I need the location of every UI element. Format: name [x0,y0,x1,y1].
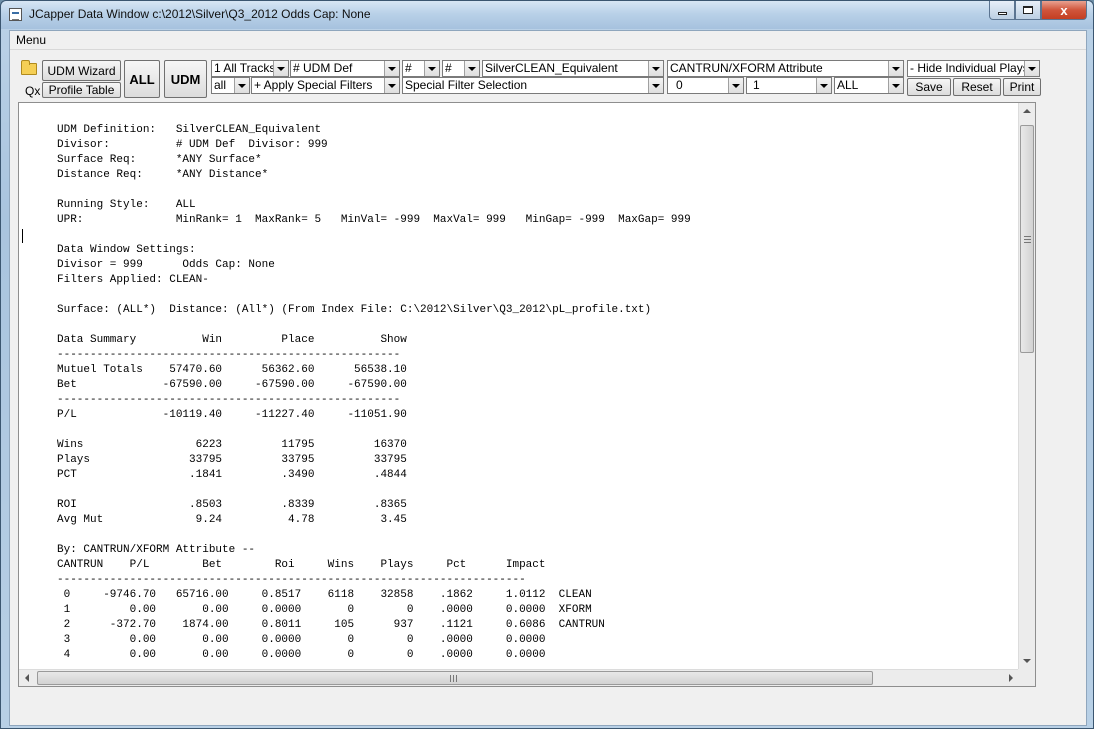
menu-bar: Menu [10,31,1086,50]
special-filters-select[interactable]: + Apply Special Filters [251,77,400,94]
chevron-down-icon [424,61,439,76]
save-button[interactable]: Save [907,78,951,96]
chevron-down-icon [888,61,903,76]
all-select[interactable]: ALL [834,77,904,94]
minimize-button[interactable] [989,1,1015,20]
chevron-down-icon [888,78,903,93]
menu-item-menu[interactable]: Menu [16,33,46,47]
client-area: Menu Qx UDM Wizard Profile Table ALL UDM… [9,30,1087,726]
scroll-up-icon[interactable] [1023,109,1031,113]
special-filter-selection-select[interactable]: Special Filter Selection [402,77,664,94]
max-value-select[interactable]: 1 [746,77,832,94]
minimize-icon [997,11,1007,15]
close-icon: x [1060,2,1068,18]
scroll-left-icon[interactable] [25,674,29,682]
horizontal-scroll-thumb[interactable] [37,671,873,685]
qx-label[interactable]: Qx [25,84,40,98]
folder-open-icon[interactable] [21,60,37,75]
maximize-button[interactable] [1015,1,1041,20]
horizontal-scrollbar[interactable] [19,669,1019,686]
udm-name-select[interactable]: SilverCLEAN_Equivalent [482,60,664,77]
hide-plays-select[interactable]: - Hide Individual Plays [907,60,1040,77]
app-icon [9,8,22,21]
chevron-down-icon [728,78,743,93]
chevron-down-icon [464,61,479,76]
scrollbar-corner [1018,669,1035,686]
close-button[interactable]: x [1041,1,1087,20]
profile-table-button[interactable]: Profile Table [42,82,121,98]
vertical-scroll-thumb[interactable] [1020,125,1034,353]
chevron-down-icon [384,78,399,93]
udm-def-select[interactable]: # UDM Def [290,60,400,77]
scroll-right-icon[interactable] [1009,674,1013,682]
maximize-icon [1023,6,1033,14]
chevron-down-icon [273,61,288,76]
caption-buttons: x [989,1,1087,21]
track-filter-select[interactable]: all [211,77,250,94]
attribute-select[interactable]: CANTRUN/XFORM Attribute [667,60,904,77]
scroll-down-icon[interactable] [1023,659,1031,663]
hash-select-2[interactable]: # [442,60,480,77]
chevron-down-icon [234,78,249,93]
all-button[interactable]: ALL [124,60,160,98]
report-text: UDM Definition: SilverCLEAN_Equivalent D… [57,124,691,661]
udm-button[interactable]: UDM [164,60,207,98]
chevron-down-icon [384,61,399,76]
title-bar[interactable]: JCapper Data Window c:\2012\Silver\Q3_20… [1,1,1093,29]
chevron-down-icon [648,61,663,76]
chevron-down-icon [816,78,831,93]
report-text-area[interactable]: UDM Definition: SilverCLEAN_Equivalent D… [18,102,1036,687]
reset-button[interactable]: Reset [953,78,1001,96]
tracks-select[interactable]: 1 All Tracks [211,60,289,77]
chevron-down-icon [1024,61,1039,76]
vertical-scrollbar[interactable] [1018,103,1035,669]
chevron-down-icon [648,78,663,93]
print-button[interactable]: Print [1003,78,1041,96]
text-caret [22,229,23,243]
udm-wizard-button[interactable]: UDM Wizard [42,60,121,81]
window-title: JCapper Data Window c:\2012\Silver\Q3_20… [29,7,371,21]
hash-select-1[interactable]: # [402,60,440,77]
min-value-select[interactable]: 0 [667,77,744,94]
app-window: JCapper Data Window c:\2012\Silver\Q3_20… [0,0,1094,729]
